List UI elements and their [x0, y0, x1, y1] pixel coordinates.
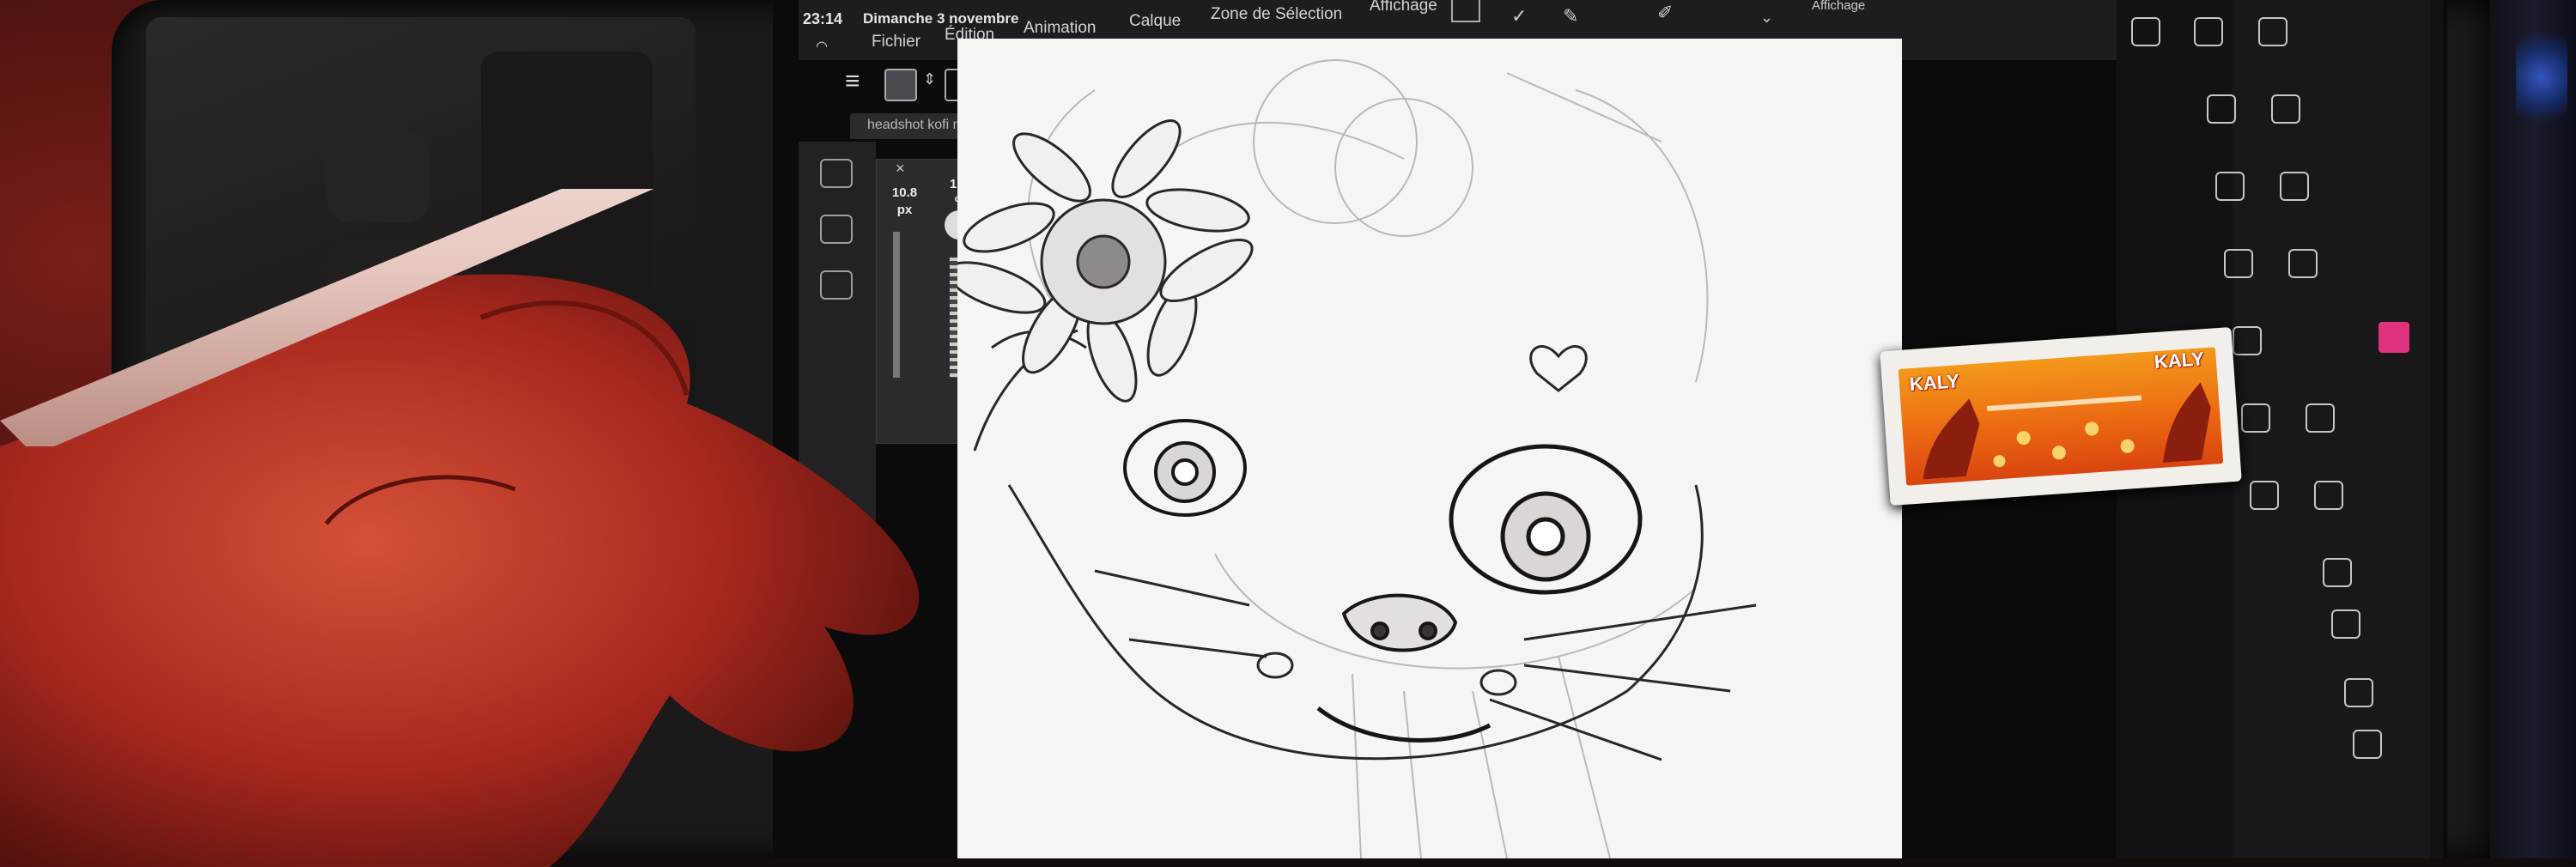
- status-time: 23:14: [803, 10, 843, 27]
- chevron-down-icon[interactable]: ⌄: [1760, 9, 1773, 27]
- zoom-icon[interactable]: [2207, 94, 2236, 124]
- brush-icon[interactable]: [2233, 326, 2262, 355]
- menu-affichage[interactable]: Affichage: [1370, 0, 1437, 15]
- menu-animation[interactable]: Animation: [1024, 19, 1097, 38]
- left-eye: [1123, 419, 1247, 517]
- heart-doodle: [1529, 345, 1588, 392]
- eraser-icon[interactable]: [2323, 558, 2352, 587]
- fox-sketch: [957, 59, 1757, 858]
- mouth: [1316, 706, 1492, 743]
- right-eye: [1449, 444, 1643, 595]
- wifi-icon: ◠: [816, 39, 828, 54]
- panel-toggle-icon[interactable]: [2131, 17, 2160, 46]
- bg-color-icon[interactable]: [2353, 730, 2382, 759]
- menu-selection[interactable]: Zone de Sélection: [1211, 5, 1342, 24]
- nose: [1341, 593, 1458, 652]
- color-swatch[interactable]: [2379, 322, 2409, 353]
- view-label[interactable]: Affichage: [1812, 0, 1865, 13]
- airbrush-icon[interactable]: [2241, 403, 2270, 433]
- blue-light: [2516, 26, 2567, 129]
- menu-calque[interactable]: Calque: [1129, 12, 1181, 31]
- grid-icon[interactable]: [2331, 609, 2360, 639]
- layer-3d-icon[interactable]: [820, 159, 853, 188]
- select-icon[interactable]: [2215, 172, 2245, 201]
- pen-tool-icon[interactable]: ✎: [1563, 5, 1578, 27]
- kaly-sticker: KALY KALY: [1880, 326, 2242, 506]
- chevron-updown-icon[interactable]: ⇕: [923, 70, 936, 88]
- eyedropper-icon[interactable]: [2280, 172, 2309, 201]
- sparkle-icon[interactable]: [2306, 403, 2335, 433]
- drawing-canvas[interactable]: [957, 39, 1902, 858]
- hand-icon[interactable]: [2258, 17, 2287, 46]
- wand-icon[interactable]: [2224, 249, 2253, 278]
- checkmark-icon[interactable]: ✓: [1511, 5, 1527, 27]
- sticker-art: [1923, 382, 2211, 480]
- sliders-icon[interactable]: [2194, 17, 2223, 46]
- gradient-icon[interactable]: [2314, 481, 2343, 510]
- fg-color-icon[interactable]: [2344, 678, 2373, 707]
- menu-fichier[interactable]: Fichier: [872, 33, 920, 52]
- fill-icon[interactable]: [2250, 481, 2279, 510]
- status-date: Dimanche 3 novembre: [863, 10, 1019, 27]
- pen-icon[interactable]: [2288, 249, 2318, 278]
- stylus-pencil: [0, 189, 654, 446]
- move-icon[interactable]: [2271, 94, 2300, 124]
- brush-tool-icon[interactable]: [884, 69, 917, 101]
- close-icon[interactable]: ×: [896, 160, 905, 178]
- hamburger-icon[interactable]: ≡: [845, 67, 860, 96]
- window-icon[interactable]: [1451, 0, 1480, 22]
- pen-alt-icon[interactable]: ✐: [1657, 2, 1673, 24]
